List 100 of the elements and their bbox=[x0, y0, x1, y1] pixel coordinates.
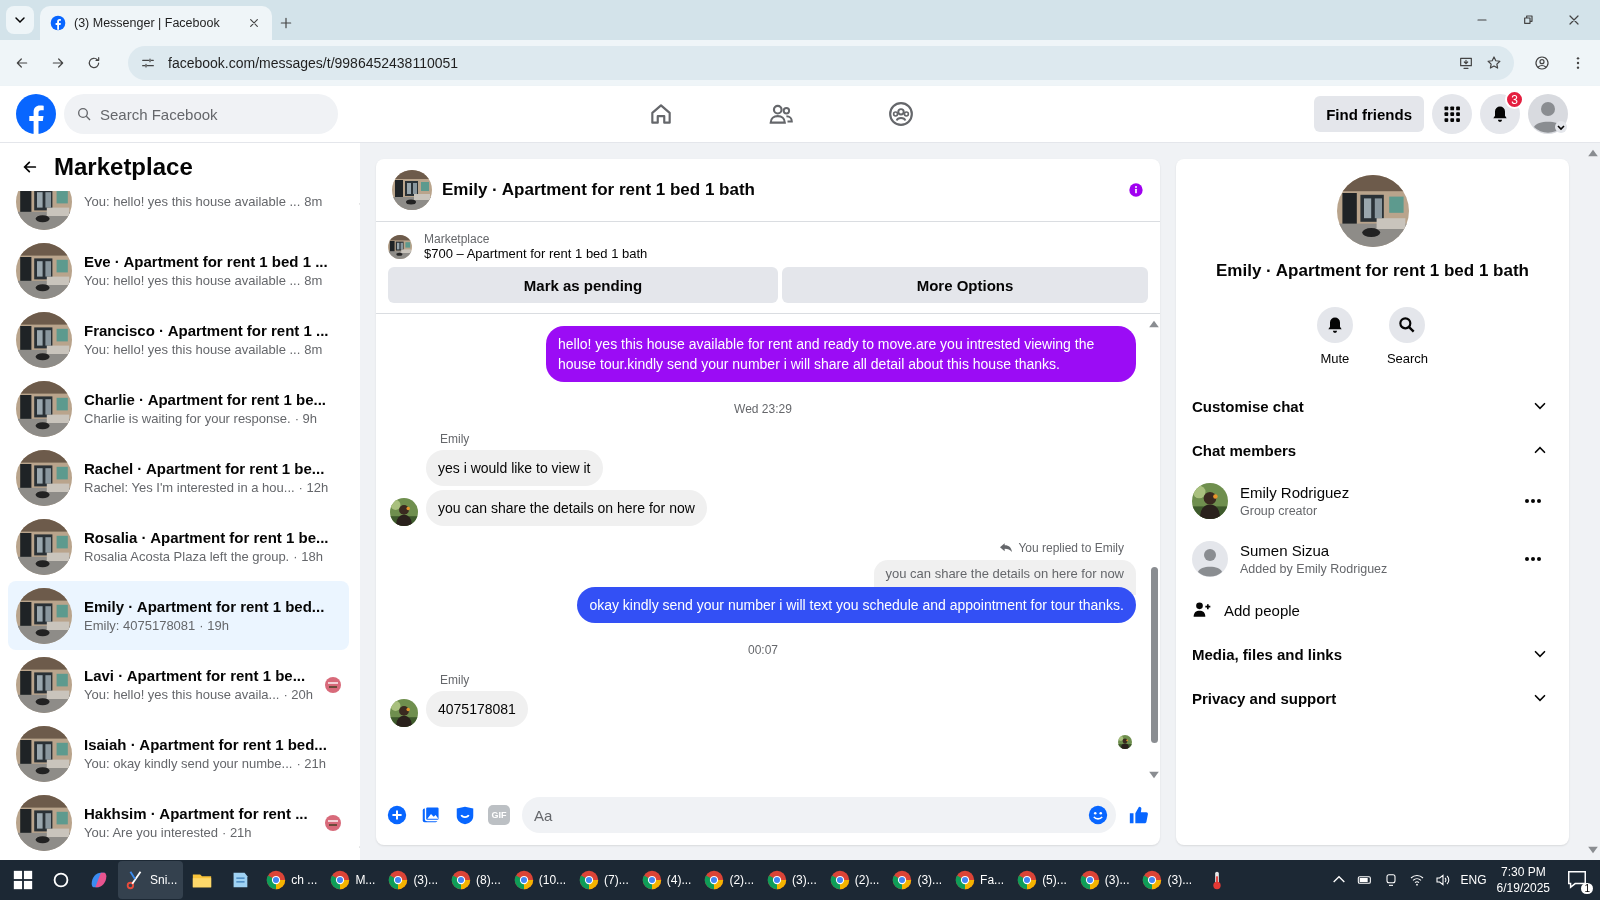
chrome-icon bbox=[329, 869, 352, 891]
address-bar[interactable]: facebook.com/messages/t/9986452438110051 bbox=[128, 46, 1514, 80]
section-header[interactable]: Privacy and support bbox=[1192, 676, 1553, 720]
section-header[interactable]: Chat members bbox=[1192, 428, 1553, 472]
conversation-item[interactable]: Rachel · Apartment for rent 1 be... Rachel: Yes I'm interested in a hou... · 12h bbox=[8, 443, 349, 512]
conversation-item[interactable]: Eve · Apartment for rent 1 bed 1 ... You: hello! yes this house available ... 8m bbox=[8, 236, 349, 305]
browser-tab[interactable]: (3) Messenger | Facebook bbox=[40, 6, 272, 40]
taskbar-app[interactable]: (8)... bbox=[444, 861, 507, 899]
message-preview: You: hello! yes this house available ... bbox=[84, 342, 301, 357]
thumbs-up-icon[interactable] bbox=[1128, 804, 1150, 826]
message-time: 8m bbox=[304, 194, 323, 209]
taskbar-app[interactable]: ch ... bbox=[259, 861, 324, 899]
taskbar-app[interactable]: (2)... bbox=[822, 861, 886, 899]
message-preview: Rosalia Acosta Plaza left the group. bbox=[84, 549, 290, 564]
notification-badge: 3 bbox=[1505, 90, 1524, 109]
taskbar-app[interactable]: (3)... bbox=[760, 861, 823, 899]
taskbar-app[interactable]: M... bbox=[323, 861, 382, 899]
emoji-icon[interactable] bbox=[1087, 804, 1109, 826]
message-preview: You: Are you interested bbox=[84, 825, 218, 840]
home-icon[interactable] bbox=[648, 101, 674, 127]
reply-note: You replied to Emily bbox=[1018, 541, 1124, 555]
chat-title: Emily · Apartment for rent 1 bed 1 bath bbox=[442, 180, 756, 200]
message-time: · 21h bbox=[296, 756, 326, 771]
member-role: Added by Emily Rodriguez bbox=[1240, 562, 1389, 576]
conversation-item[interactable]: Hakhsim · Apartment for rent ... You: Are you interested · 21h bbox=[8, 788, 349, 857]
find-friends-button[interactable]: Find friends bbox=[1314, 96, 1424, 132]
avatar-icon bbox=[1192, 541, 1228, 577]
message-preview: Charlie is waiting for your response. bbox=[84, 411, 291, 426]
grid-icon bbox=[1442, 104, 1462, 124]
star-icon[interactable] bbox=[1486, 55, 1502, 71]
section-header[interactable]: Customise chat bbox=[1192, 384, 1553, 428]
plus-icon[interactable] bbox=[278, 15, 294, 31]
message-preview: You: hello! yes this house available ... bbox=[84, 273, 301, 288]
taskbar-app[interactable]: Sni... bbox=[118, 861, 184, 899]
taskbar-app[interactable]: (2)... bbox=[697, 861, 761, 899]
listing-action-button[interactable]: More Options bbox=[782, 267, 1148, 303]
taskbar-app[interactable]: (10... bbox=[506, 861, 573, 899]
info-icon[interactable] bbox=[1128, 182, 1144, 198]
conversation-name: Emily · Apartment for rent 1 bed 1 bath bbox=[1216, 261, 1529, 281]
back-arrow-icon[interactable] bbox=[22, 159, 38, 175]
listing-action-button[interactable]: Mark as pending bbox=[388, 267, 778, 303]
taskbar-app[interactable]: (3)... bbox=[1072, 861, 1136, 899]
member-name: Emily Rodriguez bbox=[1240, 484, 1351, 501]
taskbar-app[interactable]: (3)... bbox=[381, 861, 445, 899]
conversation-item[interactable]: Isaiah · Apartment for rent 1 bed... You: okay kindly send your numbe... · 21h bbox=[8, 719, 349, 788]
message-bubble: you can share the details on here for now bbox=[426, 490, 707, 526]
message-bubble: hello! yes this house available for rent and ready to move.are you intrested viewing the house tour.kindly send your number i will share all detail about this house thanks. bbox=[546, 326, 1136, 382]
facebook-logo[interactable] bbox=[16, 94, 56, 134]
scrollbar-thumb[interactable] bbox=[1150, 567, 1158, 743]
conversation-item[interactable]: Francisco · Apartment for rent 1 ... You: hello! yes this house available ... 8m bbox=[8, 305, 349, 374]
message-time: 8m bbox=[304, 273, 323, 288]
listing-source: Marketplace bbox=[424, 232, 491, 246]
taskbar-app[interactable]: (3)... bbox=[1135, 861, 1199, 899]
taskbar-app[interactable]: (7)... bbox=[572, 861, 635, 899]
search-field[interactable]: Search Facebook bbox=[64, 94, 338, 134]
wifi-icon[interactable] bbox=[1408, 872, 1425, 888]
add-person-icon bbox=[1192, 600, 1212, 620]
chrome-icon bbox=[387, 869, 410, 891]
conversation-item[interactable]: Lavi · Apartment for rent 1 be... You: hello! yes this house availa... · 20h bbox=[8, 650, 349, 719]
clock[interactable]: 7:30 PM 6/19/2025 bbox=[1496, 864, 1550, 896]
volume-icon[interactable] bbox=[1434, 872, 1451, 888]
sticker-icon[interactable] bbox=[454, 804, 476, 826]
menu-button[interactable] bbox=[1432, 94, 1472, 134]
conversation-item[interactable]: You: hello! yes this house available ... 8m bbox=[8, 191, 349, 236]
reload-icon[interactable] bbox=[86, 55, 102, 71]
message-time: · 12h bbox=[298, 480, 329, 495]
sender-name: Emily bbox=[440, 673, 471, 687]
message-time: · 18h bbox=[293, 549, 323, 564]
add-people-button[interactable]: Add people bbox=[1192, 588, 1553, 632]
groups-icon[interactable] bbox=[888, 101, 914, 127]
install-icon[interactable] bbox=[1458, 55, 1474, 71]
message-bubble: 4075178081 bbox=[426, 691, 528, 727]
conversation-title: Charlie · Apartment for rent 1 be... bbox=[84, 391, 327, 408]
conversation-item[interactable]: Charlie · Apartment for rent 1 be... Charlie is waiting for your response. · 9h bbox=[8, 374, 349, 443]
chrome-icon bbox=[766, 869, 789, 891]
taskbar-app[interactable]: (3)... bbox=[885, 861, 949, 899]
search-icon bbox=[76, 106, 92, 122]
message-input[interactable]: Aa bbox=[522, 797, 1116, 833]
conversation-item[interactable]: Rosalia · Apartment for rent 1 be... Rosalia Acosta Plaza left the group. · 18h bbox=[8, 512, 349, 581]
notification-icon[interactable] bbox=[1566, 868, 1588, 890]
tab-list-button[interactable] bbox=[6, 6, 34, 34]
forward-icon[interactable] bbox=[50, 55, 66, 71]
back-icon[interactable] bbox=[14, 55, 30, 71]
conversation-title: Francisco · Apartment for rent 1 ... bbox=[84, 322, 330, 339]
facebook-icon bbox=[50, 15, 66, 31]
conversation-title: Lavi · Apartment for rent 1 be... bbox=[84, 667, 307, 684]
input-language[interactable]: ENG bbox=[1460, 873, 1487, 887]
taskbar-app[interactable]: Fa... bbox=[948, 861, 1011, 899]
plus-icon[interactable] bbox=[386, 804, 408, 826]
conversation-title: Isaiah · Apartment for rent 1 bed... bbox=[84, 736, 328, 753]
section-header[interactable]: Media, files and links bbox=[1192, 632, 1553, 676]
member-name: Sumen Sizua bbox=[1240, 542, 1331, 559]
member-role: Group creator bbox=[1240, 504, 1319, 518]
taskbar-app[interactable]: (4)... bbox=[634, 861, 698, 899]
conversation-item[interactable]: Emily · Apartment for rent 1 bed... Emily: 4075178081 · 19h bbox=[8, 581, 349, 650]
notification-count: 1 bbox=[1581, 883, 1593, 894]
listing-summary: $700 – Apartment for rent 1 bed 1 bath bbox=[424, 246, 648, 261]
avatar-icon[interactable] bbox=[1528, 94, 1568, 134]
taskbar-app[interactable]: (5)... bbox=[1010, 861, 1073, 899]
profile-icon[interactable] bbox=[1534, 55, 1550, 71]
